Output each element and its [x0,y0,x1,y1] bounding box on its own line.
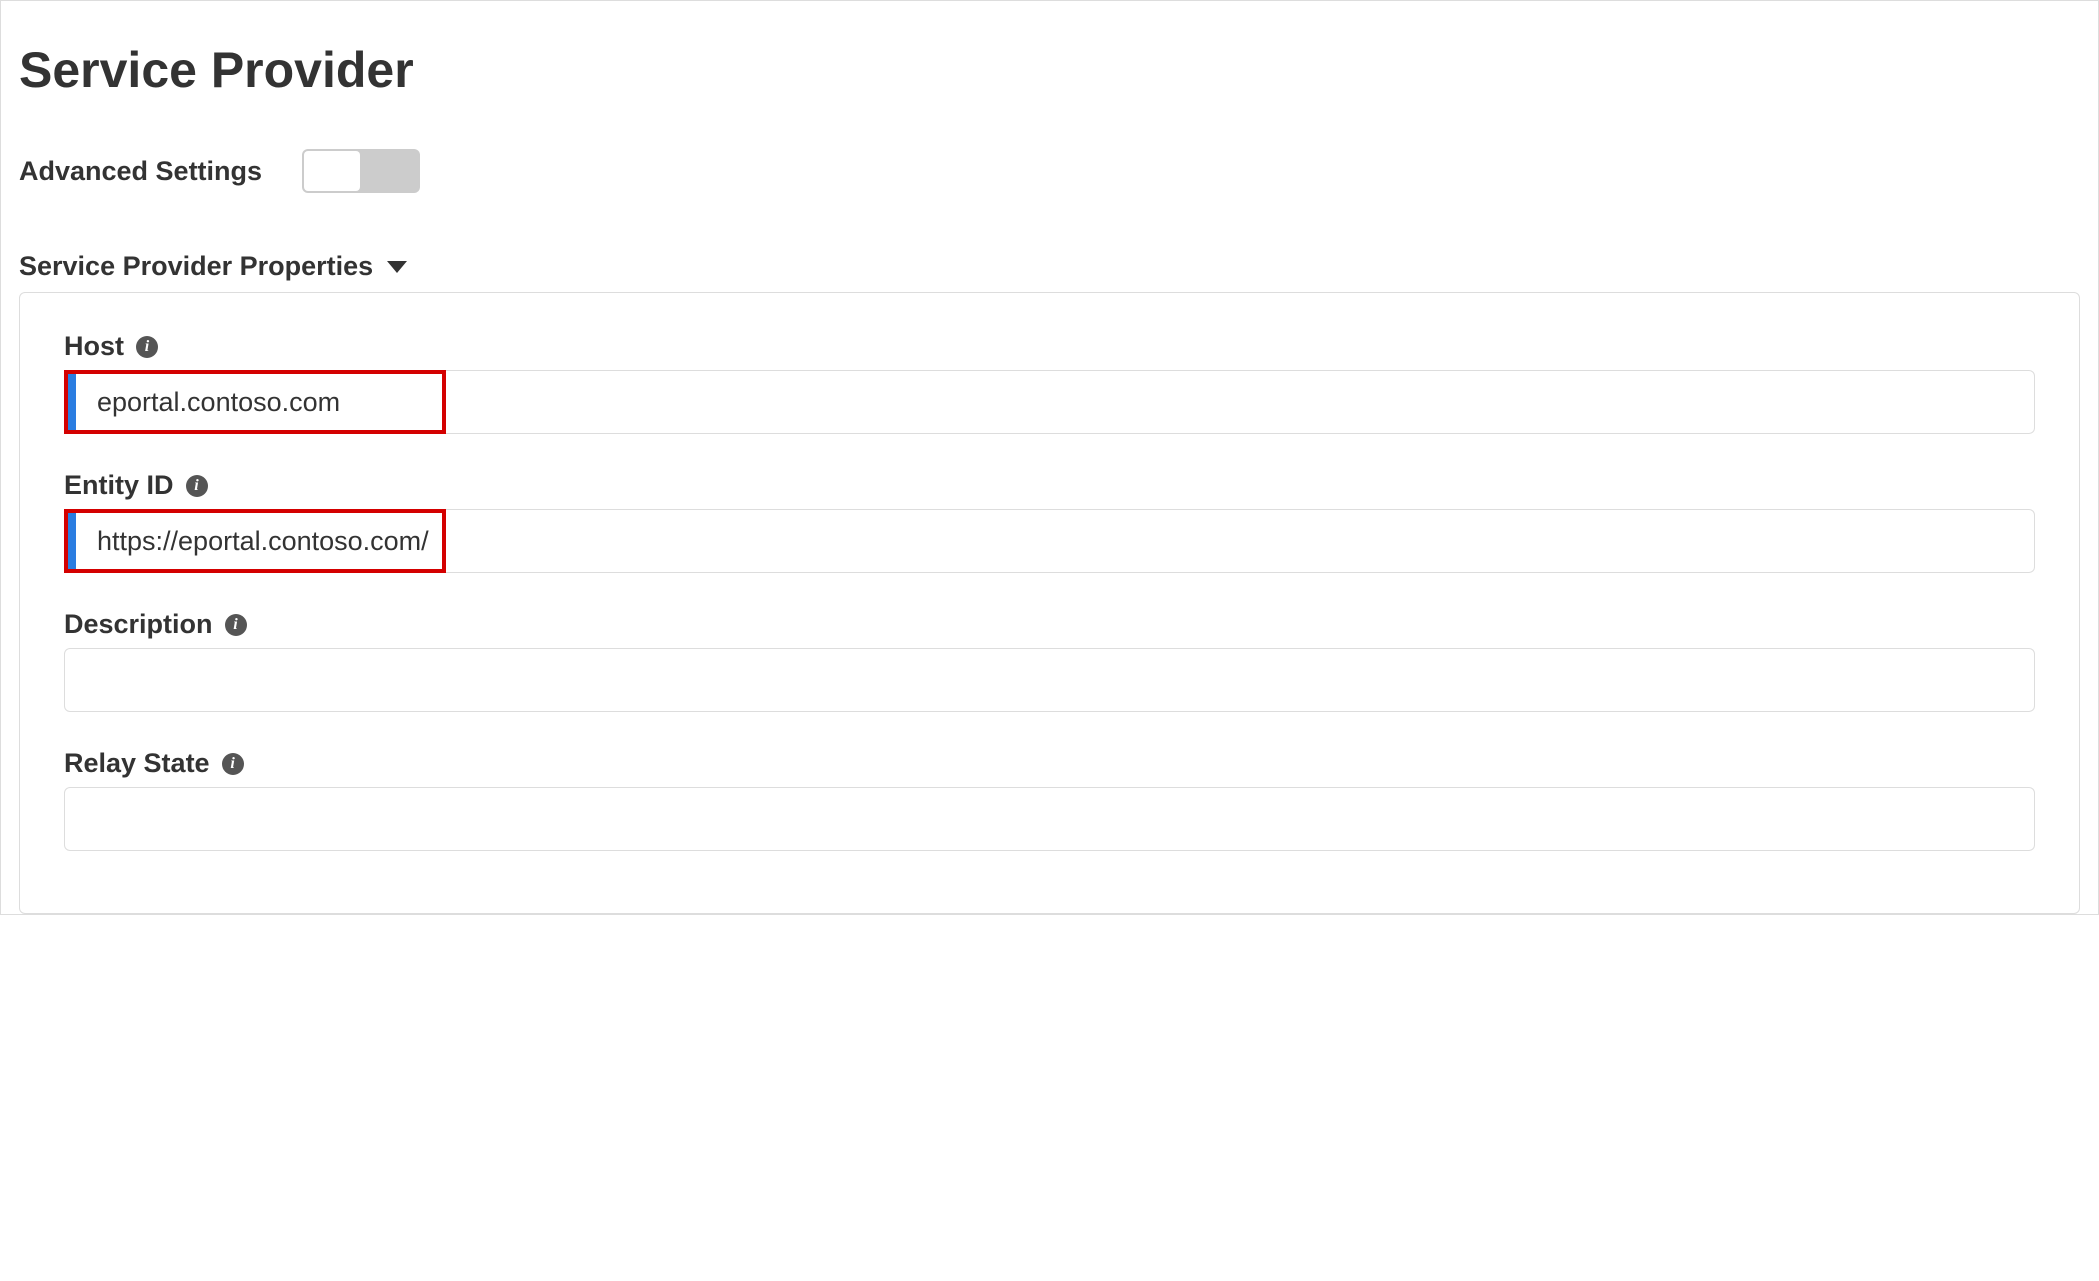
properties-panel: Host i Entity ID i Description [19,292,2080,914]
info-icon[interactable]: i [186,475,208,497]
section-title: Service Provider Properties [19,251,373,282]
info-icon[interactable]: i [222,753,244,775]
description-input[interactable] [64,648,2035,712]
toggle-thumb [304,151,360,191]
description-label: Description [64,609,213,640]
advanced-settings-toggle[interactable] [302,149,420,193]
relay-state-input[interactable] [64,787,2035,851]
info-icon[interactable]: i [136,336,158,358]
host-label: Host [64,331,124,362]
page-title: Service Provider [19,41,2080,99]
advanced-settings-label: Advanced Settings [19,156,262,187]
entity-id-input[interactable] [64,509,2035,573]
relay-state-label: Relay State [64,748,210,779]
host-input[interactable] [64,370,2035,434]
service-provider-properties-header[interactable]: Service Provider Properties [19,251,2080,282]
entity-id-label: Entity ID [64,470,174,501]
chevron-down-icon [387,261,407,273]
info-icon[interactable]: i [225,614,247,636]
